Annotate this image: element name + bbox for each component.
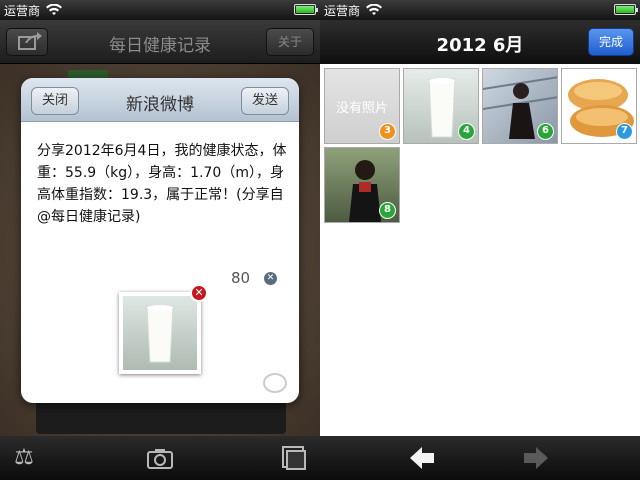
wifi-icon — [366, 4, 383, 15]
right-arrow-icon[interactable] — [522, 446, 550, 470]
day-tile-7[interactable]: 7 — [561, 68, 637, 144]
weibo-logo-icon — [263, 373, 287, 393]
day-badge: 7 — [616, 123, 633, 140]
share-text-area[interactable]: 分享2012年6月4日，我的健康状态，体重：55.9（kg），身高：1.70（m… — [37, 140, 287, 228]
char-count: 80 — [231, 269, 251, 287]
day-tile-8[interactable]: 8 — [324, 147, 400, 223]
toolbar — [320, 436, 640, 480]
day-badge: 4 — [458, 123, 475, 140]
day-tile-3[interactable]: 没有照片 3 — [324, 68, 400, 144]
milk-glass-icon — [146, 305, 174, 363]
photos-icon[interactable] — [280, 444, 308, 472]
scale-icon[interactable]: ⚖ — [10, 444, 38, 472]
day-badge: 3 — [379, 123, 396, 140]
carrier-label: 运营商 — [4, 3, 41, 18]
day-tile-6[interactable]: 6 — [482, 68, 558, 144]
nav-bar: 2012 6月 完成 — [320, 20, 640, 64]
day-tile-4[interactable]: 4 — [403, 68, 479, 144]
done-button[interactable]: 完成 — [588, 28, 634, 56]
calendar-photos-screen: 运营商 2012 6月 完成 没有照片 3 4 6 7 8 — [320, 0, 640, 480]
nav-bar: 每日健康记录 关于 — [0, 20, 320, 64]
tab-bar: ⚖ — [0, 436, 320, 480]
clear-text-icon[interactable]: ✕ — [264, 272, 277, 285]
milk-photo-icon — [123, 296, 197, 370]
camera-icon[interactable] — [146, 444, 174, 472]
send-button[interactable]: 发送 — [241, 87, 289, 115]
remove-photo-icon[interactable]: ✕ — [190, 284, 208, 302]
left-arrow-icon[interactable] — [408, 446, 436, 470]
battery-icon — [294, 4, 318, 15]
no-photo-label: 没有照片 — [335, 101, 388, 116]
attached-photo — [119, 292, 201, 374]
dialog-header: 关闭 新浪微博 发送 — [21, 78, 299, 122]
status-bar: 运营商 — [0, 0, 320, 20]
wifi-icon — [46, 4, 63, 15]
day-badge: 8 — [379, 202, 396, 219]
status-bar: 运营商 — [320, 0, 640, 20]
battery-icon — [614, 4, 638, 15]
weibo-share-dialog: 关闭 新浪微博 发送 分享2012年6月4日，我的健康状态，体重：55.9（kg… — [21, 78, 299, 403]
health-share-screen: 运营商 每日健康记录 关于 关闭 新浪微博 发送 分享2012年6月4日，我的健… — [0, 0, 320, 480]
photo-grid: 没有照片 3 4 6 7 8 — [320, 64, 640, 436]
carrier-label: 运营商 — [324, 3, 361, 18]
about-button[interactable]: 关于 — [266, 28, 314, 56]
day-badge: 6 — [537, 123, 554, 140]
